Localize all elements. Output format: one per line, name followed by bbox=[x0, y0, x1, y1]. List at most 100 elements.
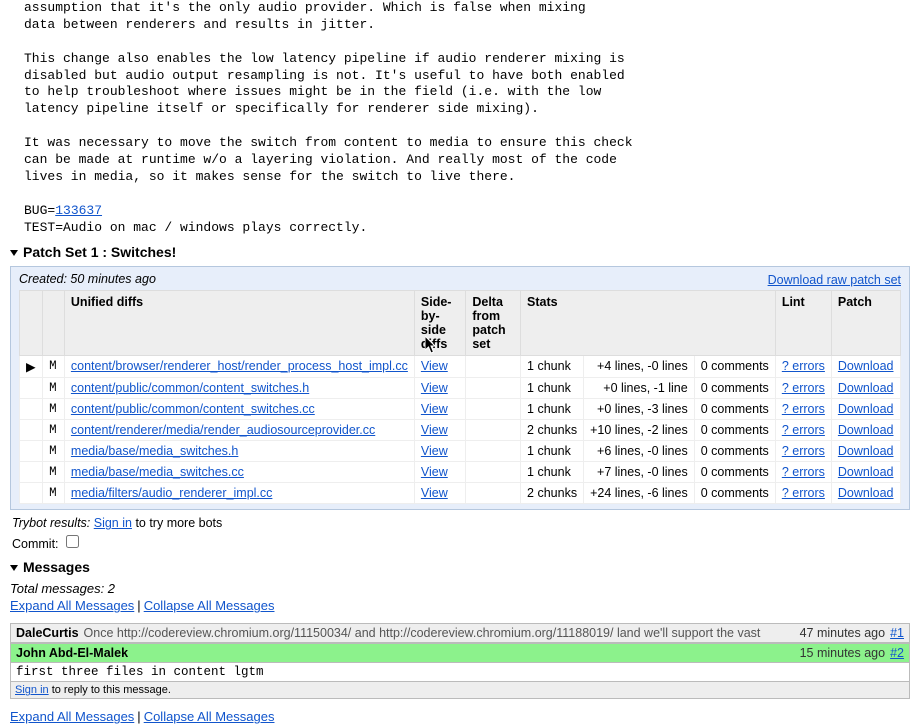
expand-row-icon[interactable] bbox=[20, 483, 43, 504]
table-row: ▶Mcontent/browser/renderer_host/render_p… bbox=[20, 356, 901, 378]
expand-row-icon[interactable] bbox=[20, 399, 43, 420]
file-path-link[interactable]: content/public/common/content_switches.h bbox=[71, 381, 309, 395]
stats-chunks: 1 chunk bbox=[521, 399, 584, 420]
stats-chunks: 1 chunk bbox=[521, 378, 584, 399]
message-anchor-link[interactable]: #1 bbox=[890, 626, 904, 640]
stats-comments: 0 comments bbox=[694, 356, 775, 378]
message-header[interactable]: DaleCurtisOnce http://codereview.chromiu… bbox=[10, 623, 910, 643]
stats-chunks: 1 chunk bbox=[521, 462, 584, 483]
col-sbs: Side-by-side diffs bbox=[414, 291, 465, 356]
collapse-all-link[interactable]: Collapse All Messages bbox=[144, 598, 275, 613]
download-patch-link[interactable]: Download bbox=[838, 423, 894, 437]
col-unified: Unified diffs bbox=[64, 291, 414, 356]
file-path-link[interactable]: media/base/media_switches.h bbox=[71, 444, 238, 458]
expand-row-icon[interactable] bbox=[20, 378, 43, 399]
download-raw-link[interactable]: Download raw patch set bbox=[768, 273, 901, 287]
view-link[interactable]: View bbox=[421, 465, 448, 479]
bug-link[interactable]: 133637 bbox=[55, 203, 102, 218]
expand-row-icon[interactable]: ▶ bbox=[20, 356, 43, 378]
expand-row-icon[interactable] bbox=[20, 462, 43, 483]
stats-comments: 0 comments bbox=[694, 399, 775, 420]
download-patch-link[interactable]: Download bbox=[838, 359, 894, 373]
patchset-heading[interactable]: Patch Set 1 : Switches! bbox=[10, 244, 910, 260]
lint-errors-link[interactable]: ? errors bbox=[782, 444, 825, 458]
stats-chunks: 2 chunks bbox=[521, 483, 584, 504]
files-table: Unified diffs Side-by-side diffs Delta f… bbox=[19, 290, 901, 504]
download-patch-link[interactable]: Download bbox=[838, 381, 894, 395]
stats-delta: +0 lines, -1 line bbox=[584, 378, 695, 399]
download-patch-link[interactable]: Download bbox=[838, 444, 894, 458]
message-header[interactable]: John Abd-El-Malek 15 minutes ago #2 bbox=[10, 643, 910, 663]
commit-row: Commit: bbox=[12, 532, 910, 551]
expand-all-link[interactable]: Expand All Messages bbox=[10, 598, 134, 613]
table-row: Mmedia/filters/audio_renderer_impl.cc Vie… bbox=[20, 483, 901, 504]
lint-errors-link[interactable]: ? errors bbox=[782, 359, 825, 373]
message-snippet: Once http://codereview.chromium.org/1115… bbox=[84, 626, 795, 640]
message-age: 47 minutes ago bbox=[800, 626, 885, 640]
expand-all-link[interactable]: Expand All Messages bbox=[10, 709, 134, 724]
message-age: 15 minutes ago bbox=[800, 646, 885, 660]
download-patch-link[interactable]: Download bbox=[838, 402, 894, 416]
view-link[interactable]: View bbox=[421, 486, 448, 500]
stats-delta: +0 lines, -3 lines bbox=[584, 399, 695, 420]
stats-comments: 0 comments bbox=[694, 462, 775, 483]
file-status: M bbox=[43, 356, 65, 378]
file-status: M bbox=[43, 399, 65, 420]
table-row: Mmedia/base/media_switches.cc View 1 chunk… bbox=[20, 462, 901, 483]
message-author: John Abd-El-Malek bbox=[16, 646, 128, 660]
table-row: Mcontent/renderer/media/render_audiosour… bbox=[20, 420, 901, 441]
trybot-results: Trybot results: Sign in to try more bots bbox=[12, 516, 910, 530]
lint-errors-link[interactable]: ? errors bbox=[782, 402, 825, 416]
messages-total: Total messages: 2 bbox=[10, 581, 910, 596]
table-row: Mcontent/public/common/content_switches.… bbox=[20, 378, 901, 399]
col-lint: Lint bbox=[775, 291, 831, 356]
stats-delta: +10 lines, -2 lines bbox=[584, 420, 695, 441]
messages-heading[interactable]: Messages bbox=[10, 559, 910, 575]
chevron-down-icon bbox=[10, 565, 18, 571]
lint-errors-link[interactable]: ? errors bbox=[782, 465, 825, 479]
download-patch-link[interactable]: Download bbox=[838, 465, 894, 479]
stats-comments: 0 comments bbox=[694, 483, 775, 504]
trybot-signin-link[interactable]: Sign in bbox=[94, 516, 132, 530]
stats-delta: +7 lines, -0 lines bbox=[584, 462, 695, 483]
file-path-link[interactable]: content/public/common/content_switches.c… bbox=[71, 402, 315, 416]
messages-controls: Expand All Messages|Collapse All Message… bbox=[10, 598, 910, 613]
col-delta: Delta from patch set bbox=[466, 291, 521, 356]
lint-errors-link[interactable]: ? errors bbox=[782, 486, 825, 500]
expand-row-icon[interactable] bbox=[20, 441, 43, 462]
patchset-created: Created: 50 minutes ago bbox=[19, 272, 156, 286]
file-status: M bbox=[43, 462, 65, 483]
download-patch-link[interactable]: Download bbox=[838, 486, 894, 500]
stats-delta: +4 lines, -0 lines bbox=[584, 356, 695, 378]
view-link[interactable]: View bbox=[421, 359, 448, 373]
file-status: M bbox=[43, 483, 65, 504]
table-row: Mmedia/base/media_switches.hView1 chunk+… bbox=[20, 441, 901, 462]
lint-errors-link[interactable]: ? errors bbox=[782, 381, 825, 395]
chevron-down-icon bbox=[10, 250, 18, 256]
stats-comments: 0 comments bbox=[694, 420, 775, 441]
view-link[interactable]: View bbox=[421, 444, 448, 458]
stats-comments: 0 comments bbox=[694, 441, 775, 462]
file-path-link[interactable]: media/filters/audio_renderer_impl.cc bbox=[71, 486, 272, 500]
collapse-all-link[interactable]: Collapse All Messages bbox=[144, 709, 275, 724]
message-anchor-link[interactable]: #2 bbox=[890, 646, 904, 660]
col-stats: Stats bbox=[521, 291, 776, 356]
file-status: M bbox=[43, 441, 65, 462]
view-link[interactable]: View bbox=[421, 381, 448, 395]
col-patch: Patch bbox=[831, 291, 900, 356]
file-status: M bbox=[43, 420, 65, 441]
file-status: M bbox=[43, 378, 65, 399]
view-link[interactable]: View bbox=[421, 423, 448, 437]
reply-bar: Sign in to reply to this message. bbox=[10, 682, 910, 699]
view-link[interactable]: View bbox=[421, 402, 448, 416]
file-path-link[interactable]: media/base/media_switches.cc bbox=[71, 465, 244, 479]
lint-errors-link[interactable]: ? errors bbox=[782, 423, 825, 437]
commit-checkbox[interactable] bbox=[66, 535, 79, 548]
stats-chunks: 1 chunk bbox=[521, 441, 584, 462]
stats-delta: +24 lines, -6 lines bbox=[584, 483, 695, 504]
reply-signin-link[interactable]: Sign in bbox=[15, 684, 49, 696]
file-path-link[interactable]: content/browser/renderer_host/render_pro… bbox=[71, 359, 408, 373]
stats-comments: 0 comments bbox=[694, 378, 775, 399]
expand-row-icon[interactable] bbox=[20, 420, 43, 441]
file-path-link[interactable]: content/renderer/media/render_audiosourc… bbox=[71, 423, 375, 437]
